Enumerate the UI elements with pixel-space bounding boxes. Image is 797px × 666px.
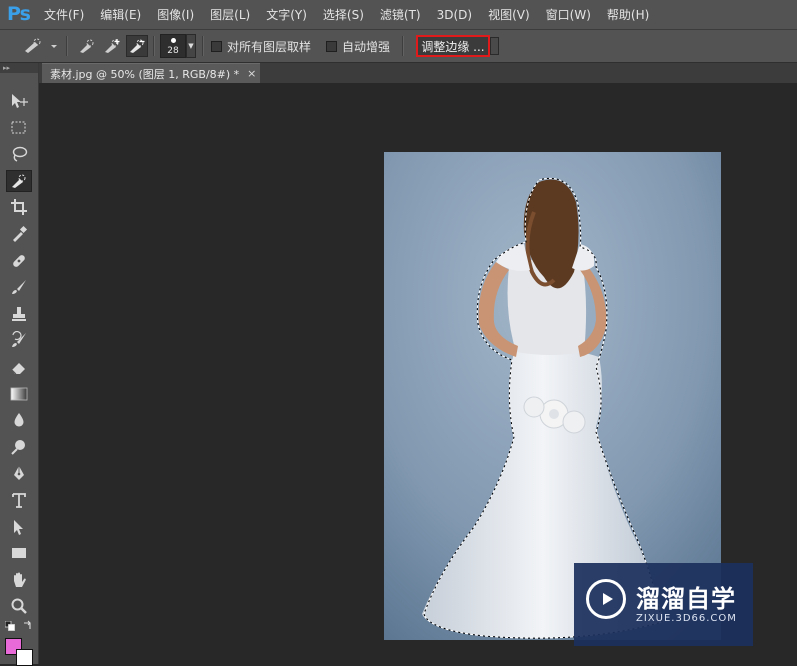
watermark-badge: 溜溜自学 ZIXUE.3D66.COM	[574, 563, 753, 646]
menu-bar: Ps 文件(F) 编辑(E) 图像(I) 图层(L) 文字(Y) 选择(S) 滤…	[0, 0, 797, 30]
hand-tool[interactable]	[6, 569, 32, 591]
color-controls	[3, 619, 35, 633]
eyedropper-tool[interactable]	[6, 223, 32, 245]
zoom-tool[interactable]	[6, 595, 32, 617]
lasso-tool[interactable]	[6, 143, 32, 165]
blur-tool[interactable]	[6, 409, 32, 431]
eyedropper-icon	[13, 225, 28, 242]
auto-enhance-checkbox[interactable]	[326, 40, 337, 52]
menu-window[interactable]: 窗口(W)	[540, 6, 597, 23]
new-selection-icon	[80, 39, 94, 53]
eraser-icon	[11, 363, 25, 375]
rectangular-marquee-icon	[11, 121, 26, 134]
dodge-icon	[11, 440, 25, 455]
rectangle-tool[interactable]	[6, 542, 32, 564]
watermark-subtitle: ZIXUE.3D66.COM	[636, 613, 737, 624]
clone-stamp-tool[interactable]	[6, 303, 32, 325]
default-colors-icon[interactable]	[5, 621, 15, 631]
play-icon	[603, 593, 613, 605]
menu-image[interactable]: 图像(I)	[151, 6, 200, 23]
separator	[66, 36, 68, 56]
dodge-tool[interactable]	[6, 436, 32, 458]
brush-tip-icon	[171, 38, 176, 43]
marquee-tool[interactable]	[6, 117, 32, 139]
menu-layer[interactable]: 图层(L)	[204, 6, 256, 23]
stamp-icon	[12, 307, 26, 321]
menu-edit[interactable]: 编辑(E)	[94, 6, 147, 23]
crop-icon	[11, 199, 27, 215]
brush-size-value: 28	[167, 46, 179, 56]
add-to-selection-mode[interactable]	[101, 35, 123, 57]
subtract-selection-icon	[130, 39, 145, 53]
background-color-swatch[interactable]	[16, 649, 33, 666]
quick-selection-icon	[12, 174, 26, 188]
close-icon[interactable]: ×	[247, 67, 256, 80]
auto-enhance-option[interactable]: 自动增强	[326, 35, 390, 57]
path-selection-icon	[14, 520, 23, 535]
watermark-title: 溜溜自学	[636, 585, 736, 613]
tool-panel: ▸▸	[0, 63, 39, 666]
document-tab-title: 素材.jpg @ 50% (图层 1, RGB/8#) *	[50, 67, 240, 81]
menu-help[interactable]: 帮助(H)	[601, 6, 655, 23]
menu-file[interactable]: 文件(F)	[38, 6, 90, 23]
move-icon	[12, 94, 28, 108]
sample-all-layers-checkbox[interactable]	[211, 40, 222, 52]
sample-all-layers-option[interactable]: 对所有图层取样	[211, 35, 311, 57]
menu-type[interactable]: 文字(Y)	[260, 6, 313, 23]
brush-icon	[12, 280, 26, 294]
brush-size-preview[interactable]: 28	[160, 34, 186, 58]
gradient-tool[interactable]	[6, 383, 32, 405]
document-tab[interactable]: 素材.jpg @ 50% (图层 1, RGB/8#) * ×	[42, 63, 260, 83]
menu-view[interactable]: 视图(V)	[482, 6, 536, 23]
refine-edge-button[interactable]: 调整边缘 ...	[416, 35, 490, 57]
history-brush-tool[interactable]	[6, 329, 32, 351]
refine-edge-button-edge	[490, 37, 499, 55]
healing-brush-tool[interactable]	[6, 250, 32, 272]
separator	[402, 36, 404, 56]
lasso-icon	[12, 146, 28, 162]
menu-list: 文件(F) 编辑(E) 图像(I) 图层(L) 文字(Y) 选择(S) 滤镜(T…	[38, 0, 659, 29]
auto-enhance-label: 自动增强	[342, 39, 391, 54]
document-tab-bar: 素材.jpg @ 50% (图层 1, RGB/8#) * ×	[39, 63, 797, 83]
chevron-down-icon: ▼	[188, 42, 194, 50]
quick-selection-icon	[25, 38, 57, 53]
separator	[153, 36, 155, 56]
gradient-icon	[10, 387, 28, 401]
pen-tool[interactable]	[6, 463, 32, 485]
menu-select[interactable]: 选择(S)	[317, 6, 370, 23]
tool-preset-picker[interactable]	[20, 35, 60, 57]
zoom-icon	[11, 598, 27, 614]
separator	[202, 36, 204, 56]
brush-picker-dropdown[interactable]: ▼	[186, 34, 196, 58]
hand-icon	[14, 572, 26, 587]
crop-tool[interactable]	[6, 196, 32, 218]
sample-all-layers-label: 对所有图层取样	[227, 39, 312, 54]
menu-filter[interactable]: 滤镜(T)	[374, 6, 427, 23]
eraser-tool[interactable]	[6, 356, 32, 378]
panel-collapse-grip[interactable]: ▸▸	[0, 63, 38, 73]
move-tool[interactable]	[6, 90, 32, 112]
photoshop-logo: Ps	[7, 3, 31, 25]
subtract-from-selection-mode[interactable]	[126, 35, 148, 57]
rectangle-shape-icon	[12, 548, 26, 558]
bandage-icon	[13, 255, 25, 267]
path-selection-tool[interactable]	[6, 516, 32, 538]
play-logo-icon	[586, 579, 626, 619]
new-selection-mode[interactable]	[76, 35, 98, 57]
type-tool[interactable]	[6, 489, 32, 511]
pen-icon	[14, 466, 24, 480]
options-bar: 28 ▼ 对所有图层取样 自动增强 调整边缘 ...	[0, 30, 797, 63]
brush-tool[interactable]	[6, 276, 32, 298]
history-brush-icon	[12, 331, 26, 347]
type-icon	[12, 493, 26, 508]
quick-selection-tool[interactable]	[6, 170, 32, 192]
swap-colors-icon[interactable]	[23, 620, 33, 630]
menu-3d[interactable]: 3D(D)	[431, 8, 478, 22]
add-selection-icon	[105, 39, 120, 53]
droplet-icon	[14, 413, 24, 427]
